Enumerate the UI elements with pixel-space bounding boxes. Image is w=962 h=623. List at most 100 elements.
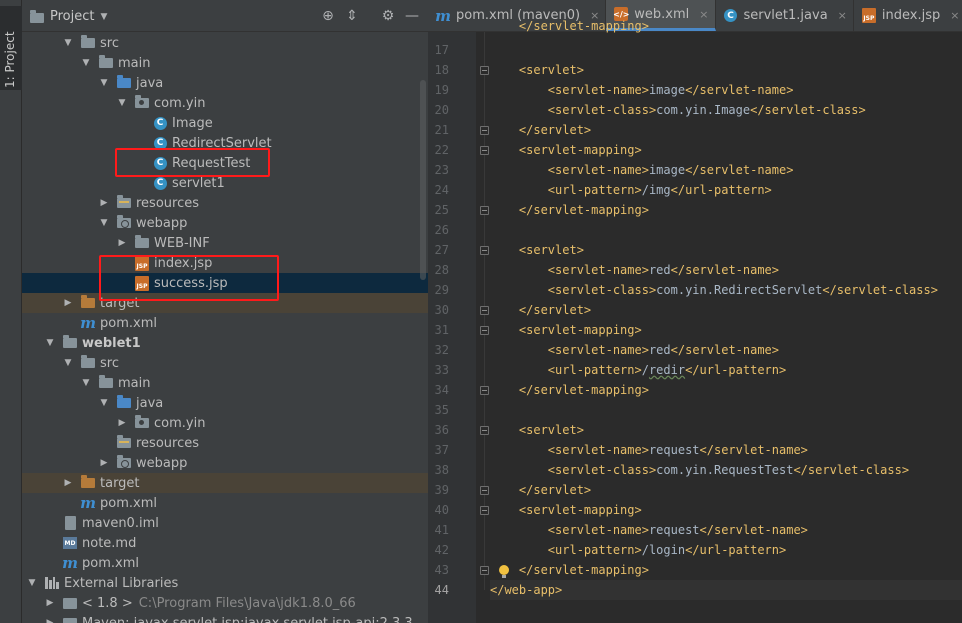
chevron-right-icon[interactable]: ▶ <box>62 478 74 488</box>
project-tool-tab[interactable]: 1: Project <box>0 6 22 90</box>
hide-panel-icon[interactable]: — <box>404 8 420 24</box>
chevron-right-icon[interactable]: ▶ <box>44 618 56 623</box>
editor-tab[interactable]: JSP index.jsp × <box>854 0 962 31</box>
tree-row[interactable]: ▶ Maven: javax.servlet.jsp:javax.servlet.… <box>22 613 428 623</box>
excluded-folder-icon <box>80 475 96 491</box>
collapse-all-icon[interactable]: ⇕ <box>344 8 360 24</box>
chevron-down-icon[interactable]: ▼ <box>62 358 74 368</box>
tree-row[interactable]: MD note.md <box>22 533 428 553</box>
fold-marker-icon[interactable] <box>480 66 489 75</box>
tree-row[interactable]: JSP success.jsp <box>22 273 428 293</box>
excluded-folder-icon <box>80 295 96 311</box>
tree-row-label: resources <box>136 435 200 451</box>
locate-icon[interactable]: ⊕ <box>320 8 336 24</box>
folder-icon <box>134 235 150 251</box>
tree-row[interactable]: Cservlet1 <box>22 173 428 193</box>
tree-row-label: target <box>100 295 140 311</box>
editor-tab[interactable]: Cservlet1.java × <box>716 0 854 31</box>
line-number: 24 <box>434 183 449 197</box>
gear-icon[interactable]: ⚙ <box>380 8 396 24</box>
close-icon[interactable]: × <box>838 9 847 22</box>
editor-tab-label: index.jsp <box>881 8 941 23</box>
fold-marker-icon[interactable] <box>480 246 489 255</box>
folder-icon <box>80 355 96 371</box>
tree-row[interactable]: C RedirectServlet <box>22 133 428 153</box>
tree-row[interactable]: m pom.xml <box>22 553 428 573</box>
line-number: 40 <box>434 503 449 517</box>
tree-row[interactable]: JSP index.jsp <box>22 253 428 273</box>
fold-marker-icon[interactable] <box>480 146 489 155</box>
chevron-down-icon[interactable]: ▼ <box>98 218 110 228</box>
tree-row[interactable]: ▶ < 1.8 > C:\Program Files\Java\jdk1.8.0_6… <box>22 593 428 613</box>
code-line: <servlet> <box>518 243 584 257</box>
tree-row[interactable]: ▼ src <box>22 353 428 373</box>
code-line: <servlet> <box>518 63 584 77</box>
line-number-gutter: 17 18 19 20 21 22 23 24 25 26 27 28 29 30 31 32 33 34 35 36… <box>428 32 476 623</box>
chevron-down-icon[interactable]: ▼ <box>80 58 92 68</box>
tree-row[interactable]: ▶ resources <box>22 193 428 213</box>
tree-row[interactable]: C RequestTest <box>22 153 428 173</box>
close-icon[interactable]: × <box>950 9 959 22</box>
tree-row-label: java <box>136 395 164 411</box>
tree-row[interactable]: ▼ External Libraries <box>22 573 428 593</box>
fold-marker-icon[interactable] <box>480 326 489 335</box>
chevron-down-icon[interactable]: ▼ <box>26 578 38 588</box>
code-line: <servlet> <box>518 423 584 437</box>
tree-row-label: servlet1 <box>172 175 225 191</box>
tree-row[interactable]: ▶ target <box>22 473 428 493</box>
tree-row[interactable]: ▼ main <box>22 53 428 73</box>
tree-row[interactable]: C Image <box>22 113 428 133</box>
chevron-right-icon[interactable]: ▶ <box>116 238 128 248</box>
tree-row-label: Image <box>172 115 213 131</box>
fold-marker-icon[interactable] <box>480 426 489 435</box>
tree-row[interactable]: ▼ com.yin <box>22 93 428 113</box>
close-icon[interactable]: × <box>699 8 708 21</box>
chevron-right-icon[interactable]: ▶ <box>44 598 56 608</box>
fold-marker-icon[interactable] <box>480 566 489 575</box>
code-line: <servlet-class>com.yin.RedirectServlet</… <box>547 283 938 297</box>
chevron-right-icon[interactable]: ▶ <box>98 458 110 468</box>
code-line: <url-pattern>/img</url-pattern> <box>547 183 772 197</box>
fold-marker-icon[interactable] <box>480 506 489 515</box>
chevron-right-icon[interactable]: ▶ <box>62 298 74 308</box>
tree-row[interactable]: ▶ com.yin <box>22 413 428 433</box>
tree-row[interactable]: ▶ webapp <box>22 453 428 473</box>
tree-row-label: pom.xml <box>100 495 157 511</box>
fold-marker-icon[interactable] <box>480 386 489 395</box>
line-number: 36 <box>434 423 449 437</box>
tree-row[interactable]: ▼ main <box>22 373 428 393</box>
chevron-down-icon[interactable]: ▼ <box>116 98 128 108</box>
chevron-right-icon[interactable]: ▶ <box>116 418 128 428</box>
tree-row-label: webapp <box>136 455 188 471</box>
tree-row[interactable]: ▼ src <box>22 33 428 53</box>
class-icon: C <box>152 115 168 131</box>
chevron-down-icon[interactable]: ▼ <box>98 78 110 88</box>
chevron-down-icon[interactable]: ▼ <box>44 338 56 348</box>
fold-marker-icon[interactable] <box>480 126 489 135</box>
tree-row[interactable]: ▼ webapp <box>22 213 428 233</box>
tree-row-label: src <box>100 35 119 51</box>
tree-row[interactable]: ▼ weblet1 <box>22 333 428 353</box>
tree-row[interactable]: m pom.xml <box>22 313 428 333</box>
intention-bulb-icon[interactable] <box>498 565 510 579</box>
tree-row[interactable]: ▼ java <box>22 73 428 93</box>
fold-marker-icon[interactable] <box>480 486 489 495</box>
fold-marker-icon[interactable] <box>480 306 489 315</box>
project-view-selector[interactable]: Project ▼ <box>30 9 107 24</box>
tree-row[interactable]: ▼ java <box>22 393 428 413</box>
library-jar-icon <box>62 615 78 623</box>
tree-row[interactable]: resources <box>22 433 428 453</box>
tree-row[interactable]: maven0.iml <box>22 513 428 533</box>
chevron-down-icon[interactable]: ▼ <box>62 38 74 48</box>
tree-row[interactable]: ▶ target <box>22 293 428 313</box>
chevron-right-icon[interactable]: ▶ <box>98 198 110 208</box>
line-number: 32 <box>434 343 449 357</box>
chevron-down-icon[interactable]: ▼ <box>98 398 110 408</box>
chevron-down-icon[interactable]: ▼ <box>80 378 92 388</box>
code-editor[interactable]: </servlet-mapping> <servlet> <servlet-na… <box>484 19 962 623</box>
tree-row[interactable]: ▶ WEB-INF <box>22 233 428 253</box>
class-icon: C <box>152 135 168 151</box>
tree-row[interactable]: m pom.xml <box>22 493 428 513</box>
chevron-down-icon: ▼ <box>100 11 108 22</box>
fold-marker-icon[interactable] <box>480 206 489 215</box>
